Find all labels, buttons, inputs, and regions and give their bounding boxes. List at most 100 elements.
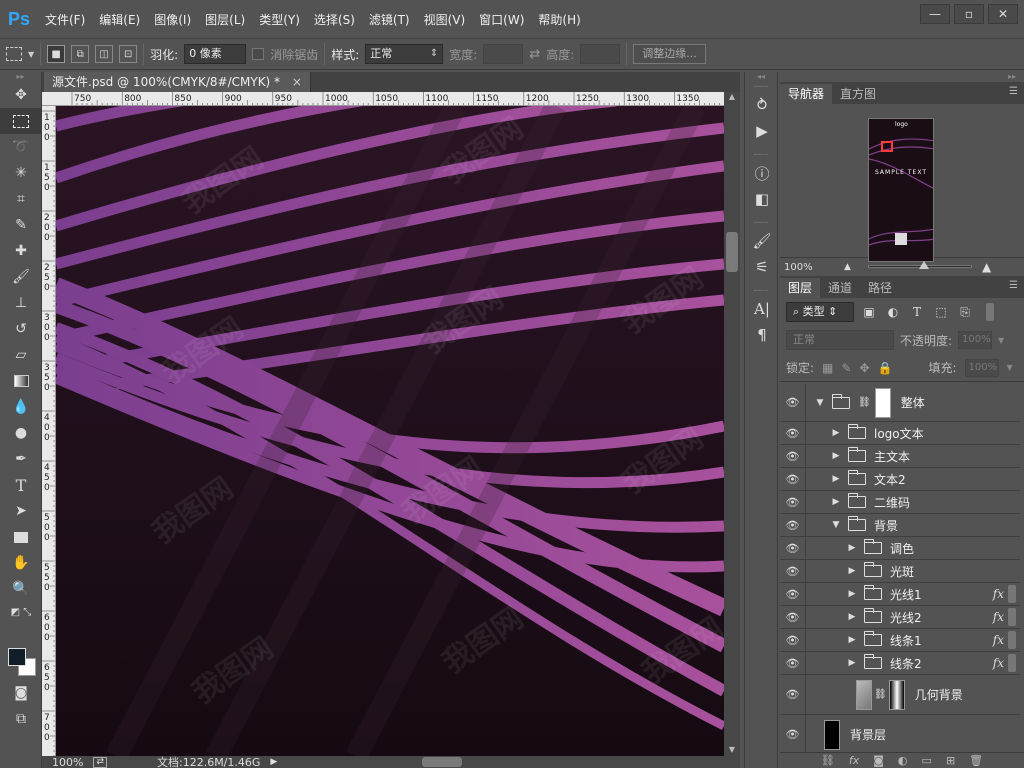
- style-select[interactable]: 正常: [365, 44, 444, 64]
- expand-down-icon[interactable]: ▼: [814, 398, 826, 408]
- layer-name[interactable]: 几何背景: [915, 686, 963, 703]
- scroll-up-icon[interactable]: ▲: [724, 92, 740, 102]
- layer-name[interactable]: 线条2: [890, 655, 922, 672]
- fill-input[interactable]: 100%: [964, 358, 999, 377]
- menu-item[interactable]: 类型(Y): [252, 0, 307, 38]
- layer-row[interactable]: 👁 ⛓ 几何背景: [780, 675, 1020, 715]
- magic-wand-tool-icon[interactable]: ✳: [0, 160, 42, 186]
- tab-paths[interactable]: 路径: [860, 278, 900, 298]
- layer-row[interactable]: 👁 背景层: [780, 715, 1020, 755]
- new-adjustment-icon[interactable]: ◐: [898, 754, 908, 767]
- subtract-selection-icon[interactable]: ◫: [95, 45, 114, 63]
- pen-tool-icon[interactable]: ✒: [0, 446, 42, 472]
- layer-row[interactable]: 👁 ▶ 光线1 fx: [780, 583, 1020, 606]
- layer-name[interactable]: 背景层: [850, 726, 886, 743]
- visibility-eye-icon[interactable]: 👁: [780, 675, 806, 714]
- expand-right-icon[interactable]: ▶: [846, 658, 858, 668]
- blur-tool-icon[interactable]: 💧: [0, 394, 42, 420]
- layer-row[interactable]: 👁 ▶ 线条1 fx: [780, 629, 1020, 652]
- visibility-eye-icon[interactable]: 👁: [780, 445, 806, 467]
- visibility-eye-icon[interactable]: 👁: [780, 422, 806, 444]
- document-tab-close-icon[interactable]: ×: [292, 75, 302, 89]
- lock-all-icon[interactable]: 🔒: [878, 361, 893, 375]
- marquee-tool-preset-icon[interactable]: [6, 47, 22, 61]
- layer-row[interactable]: 👁 ▶ 主文本: [780, 445, 1020, 468]
- menu-item[interactable]: 编辑(E): [92, 0, 147, 38]
- layer-name[interactable]: 光线1: [890, 586, 922, 603]
- layer-name[interactable]: 二维码: [874, 494, 910, 511]
- lock-position-icon[interactable]: ✥: [859, 361, 869, 375]
- layer-row[interactable]: 👁 ▼ 背景: [780, 514, 1020, 537]
- clone-stamp-tool-icon[interactable]: ⊥: [0, 290, 42, 316]
- new-selection-icon[interactable]: ■: [47, 45, 66, 63]
- minimize-button[interactable]: —: [920, 4, 950, 24]
- height-input[interactable]: [580, 44, 621, 64]
- brush-tool-icon[interactable]: 🖌: [0, 264, 42, 290]
- path-selection-tool-icon[interactable]: ➤: [0, 498, 42, 524]
- layer-row[interactable]: 👁 ▶ logo文本: [780, 422, 1020, 445]
- gradient-tool-icon[interactable]: [0, 368, 42, 394]
- default-colors-icon[interactable]: ◩ ⤡: [0, 602, 42, 622]
- opacity-dropdown-icon[interactable]: ▼: [998, 336, 1004, 345]
- foreground-color-swatch[interactable]: [8, 648, 26, 666]
- layer-name[interactable]: 整体: [901, 394, 925, 411]
- filter-shape-icon[interactable]: ⬚: [932, 303, 950, 321]
- document-canvas[interactable]: 我图网我图网我图网我图网我图网我图网我图网我图网我图网我图网我图网: [56, 106, 724, 756]
- width-input[interactable]: [483, 44, 524, 64]
- layer-row[interactable]: 👁 ▶ 文本2: [780, 468, 1020, 491]
- tab-layers[interactable]: 图层: [780, 278, 821, 298]
- horizontal-scroll-thumb[interactable]: [422, 757, 462, 767]
- eraser-tool-icon[interactable]: ▱: [0, 342, 42, 368]
- layer-effects-icon[interactable]: fx: [993, 587, 1004, 601]
- status-menu-arrow-icon[interactable]: ▶: [270, 757, 277, 767]
- panel-grip-icon[interactable]: ▸▸: [0, 72, 41, 82]
- antialias-checkbox[interactable]: [252, 48, 265, 60]
- visibility-eye-icon[interactable]: 👁: [780, 514, 806, 536]
- link-layers-icon[interactable]: ⛓: [821, 754, 835, 767]
- layer-effects-icon[interactable]: fx: [993, 610, 1004, 624]
- refine-edge-button[interactable]: 调整边缘...: [633, 44, 706, 64]
- layer-row[interactable]: 👁 ▼ ⛓ 整体: [780, 384, 1020, 422]
- visibility-eye-icon[interactable]: 👁: [780, 583, 806, 605]
- layer-name[interactable]: 背景: [874, 517, 898, 534]
- rect-marquee-tool-icon[interactable]: [0, 108, 42, 134]
- screen-mode-icon[interactable]: ⧉: [0, 706, 42, 732]
- menu-item[interactable]: 窗口(W): [472, 0, 531, 38]
- tab-channels[interactable]: 通道: [820, 278, 860, 298]
- properties-panel-icon[interactable]: ◧: [745, 186, 779, 212]
- link-icon[interactable]: ⛓: [874, 689, 887, 700]
- expand-right-icon[interactable]: ▶: [846, 612, 858, 622]
- new-group-icon[interactable]: ▭: [922, 754, 932, 767]
- fill-dropdown-icon[interactable]: ▼: [1007, 363, 1013, 372]
- navigator-thumbnail[interactable]: logo SAMPLE TEXT: [868, 118, 934, 262]
- filter-adjustment-icon[interactable]: ◐: [884, 303, 902, 321]
- layer-name[interactable]: 光线2: [890, 609, 922, 626]
- expand-right-icon[interactable]: ▶: [846, 566, 858, 576]
- effects-expand-icon[interactable]: [1008, 585, 1016, 603]
- filter-smart-object-icon[interactable]: ⎘: [956, 303, 974, 321]
- expand-right-icon[interactable]: ▶: [830, 451, 842, 461]
- menu-item[interactable]: 图层(L): [198, 0, 252, 38]
- filter-pixel-icon[interactable]: ▣: [860, 303, 878, 321]
- layer-name[interactable]: 光斑: [890, 563, 914, 580]
- new-layer-icon[interactable]: ⊞: [946, 754, 955, 767]
- visibility-eye-icon[interactable]: 👁: [780, 468, 806, 490]
- layer-row[interactable]: 👁 ▶ 调色: [780, 537, 1020, 560]
- expand-right-icon[interactable]: ▶: [846, 589, 858, 599]
- zoom-out-icon[interactable]: ▲: [844, 262, 851, 272]
- lock-transparent-icon[interactable]: ▦: [822, 361, 833, 375]
- effects-expand-icon[interactable]: [1008, 654, 1016, 672]
- link-icon[interactable]: ⛓: [858, 397, 871, 408]
- layer-row[interactable]: 👁 ▶ 二维码: [780, 491, 1020, 514]
- navigator-zoom-value[interactable]: 100%: [784, 262, 813, 273]
- expand-down-icon[interactable]: ▼: [830, 520, 842, 530]
- eyedropper-tool-icon[interactable]: ✎: [0, 212, 42, 238]
- zoom-in-icon[interactable]: ▲: [982, 260, 991, 274]
- menu-item[interactable]: 选择(S): [307, 0, 362, 38]
- visibility-eye-icon[interactable]: 👁: [780, 715, 806, 754]
- expand-right-icon[interactable]: ▶: [846, 543, 858, 553]
- vertical-scrollbar[interactable]: ▲ ▼: [724, 92, 740, 756]
- navigator-zoom-slider[interactable]: [868, 261, 972, 269]
- zoom-tool-icon[interactable]: 🔍: [0, 576, 42, 602]
- tab-histogram[interactable]: 直方图: [832, 84, 884, 104]
